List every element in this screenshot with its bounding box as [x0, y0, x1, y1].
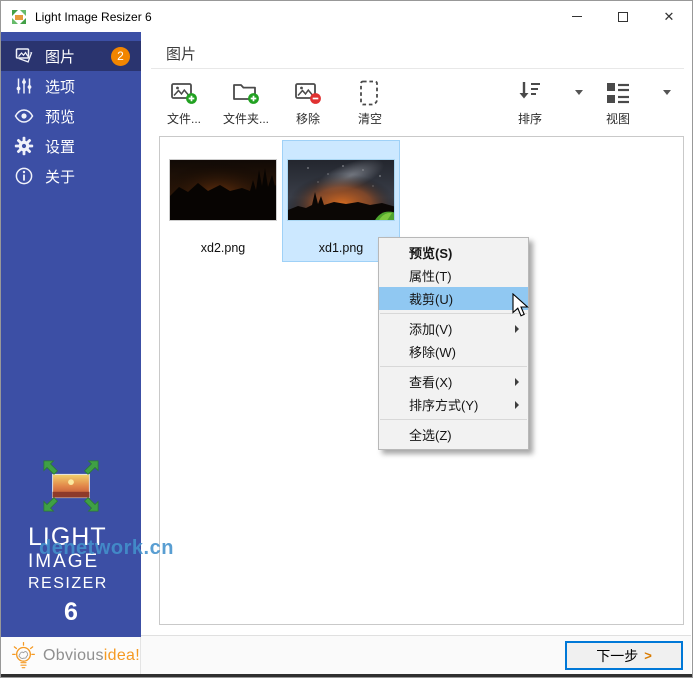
app-window: Light Image Resizer 6 ✕ 图片 2 选项预览设置关于 [0, 0, 693, 678]
brand-gray: Obvious [43, 647, 104, 664]
menu-separator [380, 419, 527, 420]
submenu-arrow-icon [515, 325, 519, 333]
sidebar-item-about[interactable]: 关于 [1, 161, 141, 191]
sidebar-item-options[interactable]: 选项 [1, 71, 141, 101]
add-files-group: 文件... [161, 74, 223, 127]
logo-line-resizer: RESIZER [28, 573, 114, 595]
sidebar-item-label: 设置 [45, 136, 75, 157]
sidebar-item-images[interactable]: 图片 2 [1, 41, 141, 71]
add-folder-group: 文件夹... [223, 74, 285, 127]
gear-icon [14, 136, 34, 156]
brand-name: Obviousidea! [43, 647, 140, 665]
add-folder-icon [231, 78, 261, 108]
toolbar-button-label: 视图 [606, 110, 630, 127]
toolbar-button-label: 清空 [358, 110, 382, 127]
menu-item-sort-by[interactable]: 排序方式(Y) [379, 393, 528, 416]
window-bottom-edge [1, 674, 692, 677]
sort-icon [515, 78, 545, 108]
info-icon [14, 166, 34, 186]
file-thumbnail[interactable] [169, 159, 277, 221]
toolbar-button-label: 排序 [518, 110, 542, 127]
logo-version: 6 [28, 598, 114, 627]
view-icon [603, 78, 633, 108]
file-tile[interactable]: xd2.png [164, 140, 282, 262]
brand-orange: idea! [104, 647, 140, 664]
toolbar-add-folder-button[interactable]: 文件夹... [223, 74, 269, 127]
menu-item-select-all[interactable]: 全选(Z) [379, 423, 528, 446]
toolbar-add-files-button[interactable]: 文件... [161, 74, 207, 127]
sliders-icon [14, 76, 34, 96]
toolbar-clear-button[interactable]: 清空 [347, 74, 393, 127]
submenu-arrow-icon [515, 401, 519, 409]
submenu-arrow-icon [515, 378, 519, 386]
add-file-icon [169, 78, 199, 108]
menu-separator [380, 366, 527, 367]
toolbar-button-label: 文件夹... [223, 110, 269, 127]
menu-item-label: 裁剪(U) [409, 289, 453, 308]
count-badge: 2 [111, 47, 130, 66]
maximize-button[interactable] [600, 1, 646, 32]
minimize-button[interactable] [554, 1, 600, 32]
footer-bar: 下一步 > [141, 635, 691, 674]
clear-group: 清空 [347, 74, 409, 127]
menu-item-label: 添加(V) [409, 319, 452, 338]
remove-image-icon [293, 78, 323, 108]
next-step-label: 下一步 [596, 646, 638, 666]
eye-icon [14, 106, 34, 126]
sidebar-item-settings[interactable]: 设置 [1, 131, 141, 161]
next-step-button[interactable]: 下一步 > [565, 641, 683, 670]
sidebar-item-label: 图片 [45, 46, 75, 67]
obviousidea-brand-bar[interactable]: Obviousidea! [1, 637, 141, 674]
menu-item-preview[interactable]: 预览(S) [379, 241, 528, 264]
window-controls: ✕ [554, 1, 692, 32]
menu-item-crop[interactable]: 裁剪(U) [379, 287, 528, 310]
menu-item-remove[interactable]: 移除(W) [379, 340, 528, 363]
context-menu: 预览(S) 属性(T) 裁剪(U) 添加(V) 移除(W) 查看(X) 排序方式(Y) 全选(… [378, 237, 529, 450]
menu-item-label: 移除(W) [409, 342, 456, 361]
toolbar: 文件... 文件夹... 移除 清空 排序 视图 [161, 74, 683, 132]
mouse-cursor-icon [511, 293, 533, 324]
sidebar-item-preview[interactable]: 预览 [1, 101, 141, 131]
close-icon: ✕ [664, 10, 675, 23]
sidebar-item-label: 关于 [45, 166, 75, 187]
page-title: 图片 [166, 43, 196, 64]
window-title: Light Image Resizer 6 [35, 10, 152, 24]
view-group: 视图 [595, 74, 683, 127]
toolbar-button-label: 移除 [296, 110, 320, 127]
toolbar-button-label: 文件... [167, 110, 201, 127]
menu-item-label: 排序方式(Y) [409, 395, 478, 414]
maximize-icon [618, 12, 628, 22]
resizer-logo-icon [38, 456, 104, 516]
toolbar-view-button[interactable]: 视图 [595, 74, 641, 127]
toolbar-sort-button[interactable]: 排序 [507, 74, 553, 127]
sidebar-item-label: 选项 [45, 76, 75, 97]
menu-item-properties[interactable]: 属性(T) [379, 264, 528, 287]
clear-icon [355, 78, 385, 108]
sidebar-item-label: 预览 [45, 106, 75, 127]
file-name: xd2.png [165, 241, 281, 255]
menu-item-label: 属性(T) [409, 266, 452, 285]
menu-separator [380, 313, 527, 314]
menu-item-label: 查看(X) [409, 372, 452, 391]
menu-item-view[interactable]: 查看(X) [379, 370, 528, 393]
lightbulb-icon [11, 639, 36, 673]
title-bar[interactable]: Light Image Resizer 6 ✕ [1, 1, 692, 32]
remove-group: 移除 [285, 74, 347, 127]
sidebar: 图片2选项预览设置关于 LIGHT IMAGE [1, 32, 141, 674]
heading-divider [151, 68, 684, 69]
menu-item-label: 全选(Z) [409, 425, 452, 444]
next-arrow-glyph: > [644, 648, 652, 663]
photos-icon [14, 46, 34, 66]
minimize-icon [572, 16, 582, 17]
menu-item-label: 预览(S) [409, 243, 452, 262]
sort-dropdown-caret-icon[interactable] [575, 90, 583, 95]
watermark: denetwork.cn [39, 537, 174, 560]
view-dropdown-caret-icon[interactable] [663, 90, 671, 95]
close-button[interactable]: ✕ [646, 1, 692, 32]
app-logo-icon [11, 9, 27, 25]
toolbar-remove-button[interactable]: 移除 [285, 74, 331, 127]
sort-group: 排序 [507, 74, 595, 127]
menu-item-add[interactable]: 添加(V) [379, 317, 528, 340]
file-thumbnail[interactable] [287, 159, 395, 221]
